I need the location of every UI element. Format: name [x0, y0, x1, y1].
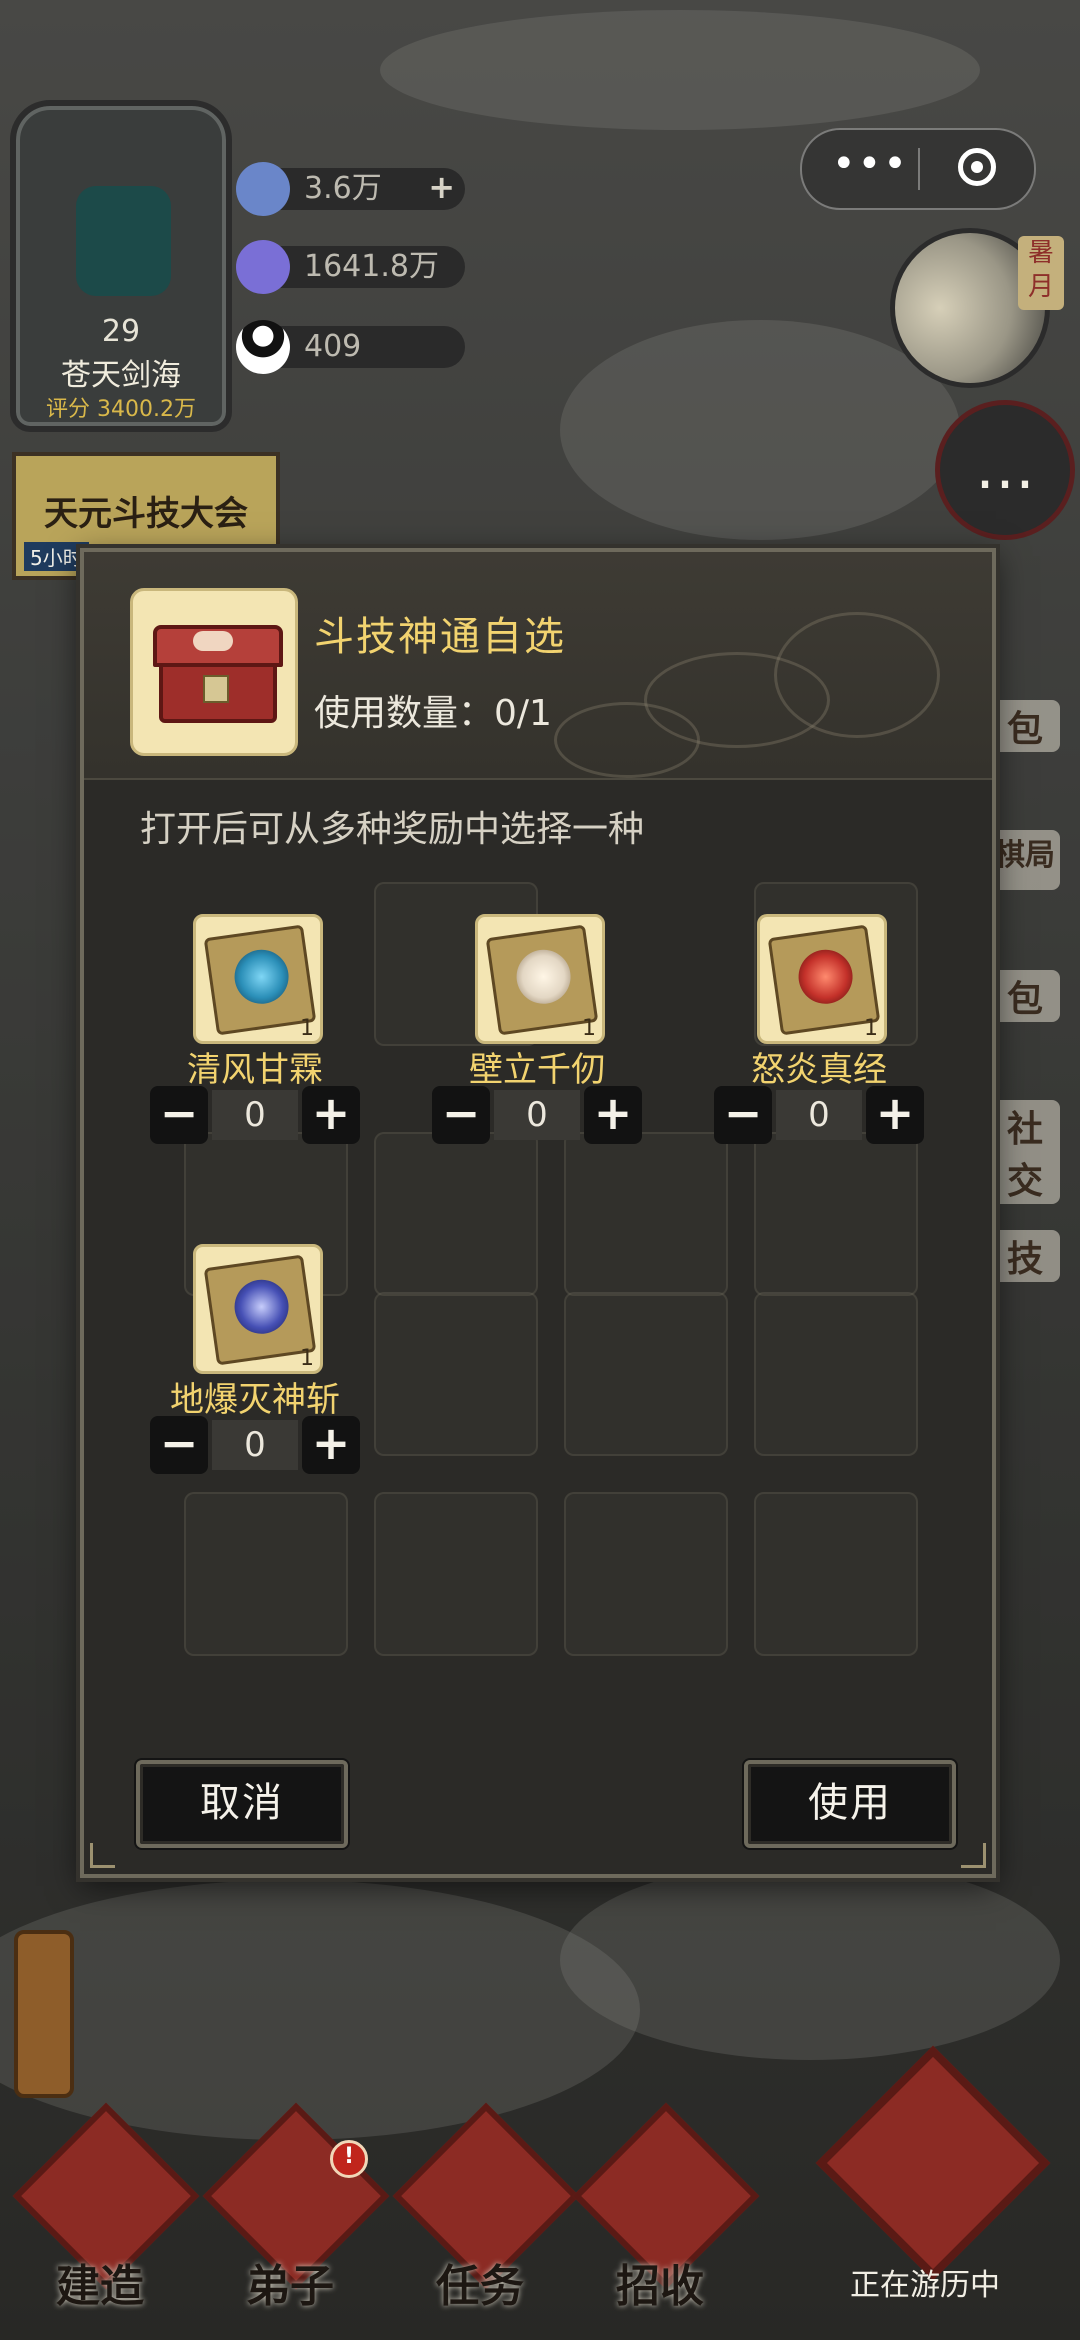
reward-option: 1 清风甘霖 − 0 + [150, 914, 360, 1174]
cultivation-orb-icon [236, 240, 290, 294]
increase-button[interactable]: + [302, 1086, 360, 1144]
reward-item-frame[interactable]: 1 [757, 914, 887, 1044]
nav-tasks-label: 任务 [436, 2261, 524, 2312]
capsule-separator [918, 148, 920, 190]
reward-option: 1 地爆灭神斩 − 0 + [150, 1244, 360, 1504]
season-tag: 暑月 [1018, 236, 1064, 310]
spirit-stone-icon [236, 162, 290, 216]
item-quantity: 1 [300, 1346, 314, 1371]
item-quantity: 1 [864, 1016, 878, 1041]
side-menu-item[interactable]: 包 [990, 700, 1060, 752]
book-gem [513, 946, 575, 1008]
book-gem [231, 1276, 293, 1338]
travel-button[interactable]: 正在游历中 [800, 2045, 1051, 2320]
side-menu-item[interactable]: 包 [990, 970, 1060, 1022]
quantity-value[interactable]: 0 [494, 1090, 580, 1140]
ghost-slot [564, 1292, 728, 1456]
resource-value: 1641.8万 [304, 249, 439, 284]
scroll-icon[interactable] [14, 1930, 74, 2098]
resource-value: 3.6万 [304, 171, 382, 206]
reward-option: 1 壁立千仞 − 0 + [432, 914, 642, 1174]
reward-select-dialog: 斗技神通自选 使用数量：0/1 打开后可从多种奖励中选择一种 1 清风甘霖 − … [80, 548, 996, 1878]
reward-item-frame[interactable]: 1 [193, 914, 323, 1044]
cancel-button[interactable]: 取消 [136, 1760, 348, 1848]
notification-badge: ! [330, 2140, 368, 2178]
reward-name: 地爆灭神斩 [170, 1380, 340, 1420]
reward-name: 怒炎真经 [751, 1050, 887, 1090]
chest-clasp [203, 675, 229, 703]
treasure-chest-icon [130, 588, 298, 756]
reward-name: 壁立千仞 [469, 1050, 605, 1090]
mini-program-capsule: ••• [800, 128, 1036, 210]
decrease-button[interactable]: − [432, 1086, 490, 1144]
close-miniprogram-icon[interactable] [958, 148, 996, 186]
decrease-button[interactable]: − [150, 1416, 208, 1474]
ghost-slot [374, 1492, 538, 1656]
quantity-stepper: − 0 + [432, 1086, 642, 1144]
yin-yang-icon [236, 320, 290, 374]
wave-pattern [554, 702, 700, 778]
side-menu-item[interactable]: 技 [990, 1230, 1060, 1282]
nav-disciples-label: 弟子 [246, 2261, 334, 2312]
event-title: 天元斗技大会 [44, 494, 248, 534]
quantity-stepper: − 0 + [150, 1416, 360, 1474]
chat-bubble-icon: … [975, 433, 1035, 503]
quantity-stepper: − 0 + [714, 1086, 924, 1144]
nav-recruit[interactable]: 招收 [570, 2102, 760, 2320]
decrease-button[interactable]: − [150, 1086, 208, 1144]
book-gem [795, 946, 857, 1008]
nav-tasks[interactable]: 任务 [390, 2102, 580, 2320]
resource-value: 409 [304, 329, 362, 364]
travel-icon [815, 2045, 1051, 2281]
ghost-slot [374, 1292, 538, 1456]
add-resource-button[interactable]: + [428, 166, 455, 208]
nav-build[interactable]: 建造 [10, 2102, 200, 2320]
nav-recruit-label: 招收 [616, 2261, 704, 2312]
more-menu-icon[interactable]: ••• [832, 144, 908, 194]
travel-status: 正在游历中 [850, 2268, 1000, 2303]
quantity-stepper: − 0 + [150, 1086, 360, 1144]
reward-name: 清风甘霖 [187, 1050, 323, 1090]
increase-button[interactable]: + [866, 1086, 924, 1144]
resource-pill-currency[interactable]: 3.6万 + [236, 162, 465, 216]
reward-option: 1 怒炎真经 − 0 + [714, 914, 924, 1174]
corner-ornament [961, 1843, 986, 1868]
ghost-slot [754, 1292, 918, 1456]
side-menu-item[interactable]: 社交 [990, 1100, 1060, 1204]
chest-flower-pattern [193, 631, 233, 651]
use-count: 使用数量：0/1 [314, 693, 552, 734]
corner-ornament [90, 1843, 115, 1868]
nav-disciples[interactable]: ! 弟子 [200, 2102, 390, 2320]
quantity-value[interactable]: 0 [212, 1420, 298, 1470]
wave-pattern [774, 612, 940, 738]
item-quantity: 1 [300, 1016, 314, 1041]
player-score: 评分 3400.2万 [46, 397, 196, 422]
increase-button[interactable]: + [584, 1086, 642, 1144]
player-avatar-frame[interactable]: 29 苍天剑海 评分 3400.2万 [10, 100, 232, 432]
chat-button[interactable]: … [935, 400, 1075, 540]
ghost-slot [564, 1492, 728, 1656]
increase-button[interactable]: + [302, 1416, 360, 1474]
player-level: 29 [101, 314, 141, 349]
ghost-slot [184, 1492, 348, 1656]
sect-emblem-icon [76, 186, 171, 296]
item-quantity: 1 [582, 1016, 596, 1041]
resource-pill-taichi: 409 [236, 320, 465, 374]
use-button[interactable]: 使用 [744, 1760, 956, 1848]
reward-item-frame[interactable]: 1 [475, 914, 605, 1044]
dialog-description: 打开后可从多种奖励中选择一种 [140, 809, 645, 850]
dialog-header: 斗技神通自选 使用数量：0/1 [84, 552, 992, 780]
side-menu-item[interactable]: 棋局 [990, 830, 1060, 890]
quantity-value[interactable]: 0 [212, 1090, 298, 1140]
quantity-value[interactable]: 0 [776, 1090, 862, 1140]
player-name: 苍天剑海 [61, 358, 181, 393]
nav-build-label: 建造 [56, 2261, 144, 2312]
resource-pill-cultivation: 1641.8万 [236, 240, 465, 294]
book-gem [231, 946, 293, 1008]
reward-item-frame[interactable]: 1 [193, 1244, 323, 1374]
decrease-button[interactable]: − [714, 1086, 772, 1144]
dialog-title: 斗技神通自选 [314, 614, 566, 660]
ghost-slot [754, 1492, 918, 1656]
